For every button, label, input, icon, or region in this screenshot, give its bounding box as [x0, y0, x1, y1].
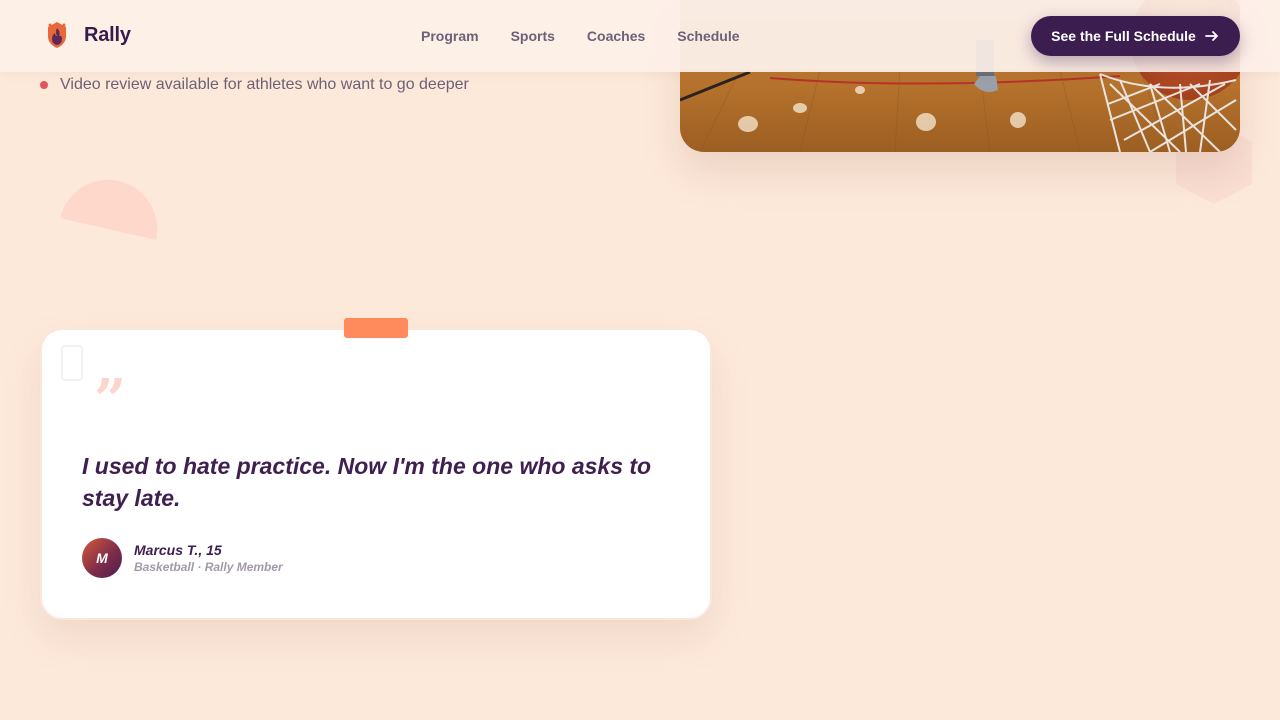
nav-schedule[interactable]: Schedule	[661, 26, 755, 46]
nav-coaches[interactable]: Coaches	[571, 26, 661, 46]
cta-label: See the Full Schedule	[1051, 28, 1196, 44]
card-accent-tab	[344, 318, 408, 338]
nav-sports[interactable]: Sports	[495, 26, 571, 46]
testimonial-author: M Marcus T., 15 Basketball · Rally Membe…	[82, 538, 283, 578]
flame-shield-icon	[48, 22, 66, 48]
author-meta: Basketball · Rally Member	[134, 560, 283, 574]
site-header: Rally Program Sports Coaches Schedule Se…	[0, 0, 1280, 72]
see-full-schedule-button[interactable]: See the Full Schedule	[1031, 16, 1240, 56]
brand-name: Rally	[84, 23, 131, 46]
quote-mark-icon: ”	[94, 367, 127, 433]
bullet-dot-icon	[40, 81, 48, 89]
feature-text: Video review available for athletes who …	[60, 76, 469, 93]
decorative-ghost-quote-icon	[61, 345, 83, 381]
decorative-semicircle	[60, 179, 158, 240]
testimonial-quote: I used to hate practice. Now I'm the one…	[82, 453, 652, 511]
nav-program[interactable]: Program	[405, 26, 495, 46]
brand-logo-link[interactable]: Rally	[44, 20, 131, 50]
author-name: Marcus T., 15	[134, 542, 222, 558]
avatar: M	[82, 538, 122, 578]
testimonial-card: ” I used to hate practice. Now I'm the o…	[40, 328, 712, 620]
feature-list-item: Video review available for athletes who …	[40, 75, 469, 95]
main-nav: Program Sports Coaches Schedule	[405, 26, 756, 46]
arrow-right-icon	[1204, 31, 1218, 41]
